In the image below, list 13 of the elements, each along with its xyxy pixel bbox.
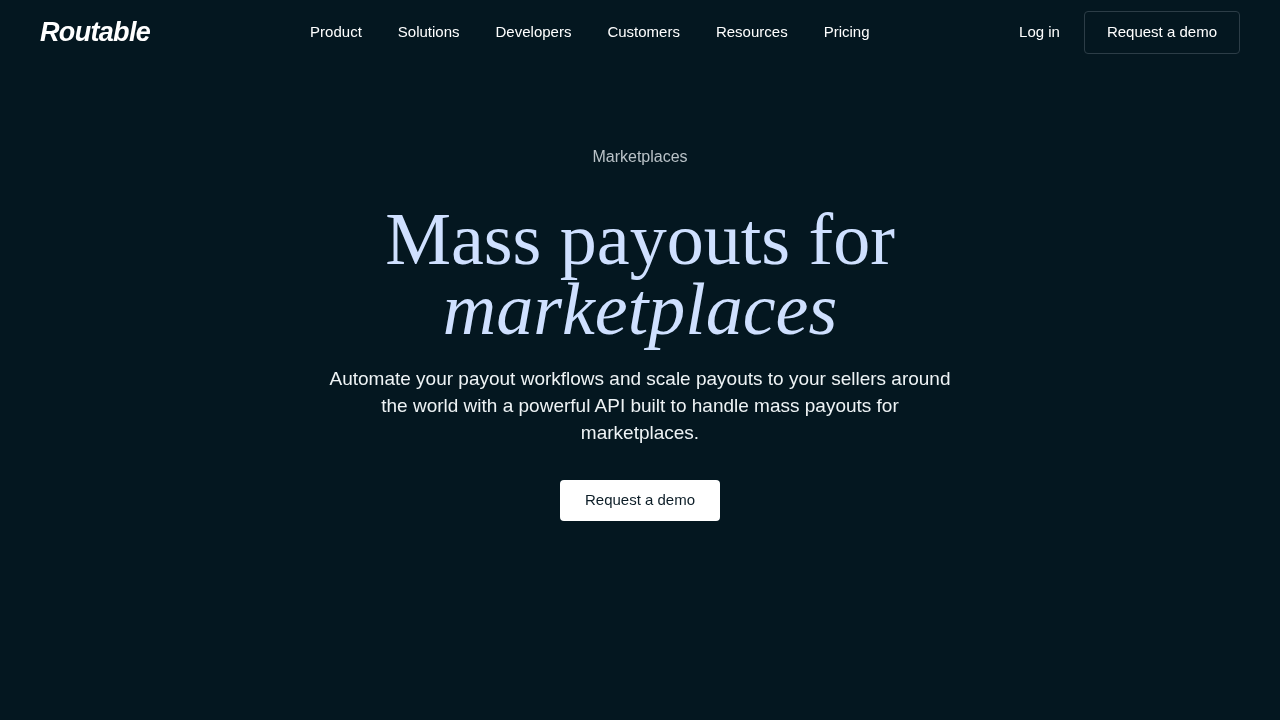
login-link[interactable]: Log in (1019, 20, 1060, 44)
nav-link[interactable]: Solutions (397, 20, 460, 44)
nav-link[interactable]: Customers (607, 20, 680, 44)
hero-description: Automate your payout workflows and scale payouts to your sellers around the world with a powerful API built to handle mass payouts for marketplaces. (328, 367, 952, 445)
request-demo-button[interactable]: Request a demo (1083, 10, 1240, 54)
nav-link[interactable]: Resources (715, 20, 788, 44)
nav-link[interactable]: Product (310, 20, 362, 44)
hero-heading: Mass payouts for marketplaces (384, 197, 896, 352)
nav-link[interactable]: Pricing (823, 20, 870, 44)
request-demo-button[interactable]: Request a demo (560, 480, 720, 521)
nav-link[interactable]: Developers (495, 20, 572, 44)
logo[interactable]: Routable (40, 18, 151, 46)
eyebrow-label: Marketplaces (592, 147, 688, 167)
